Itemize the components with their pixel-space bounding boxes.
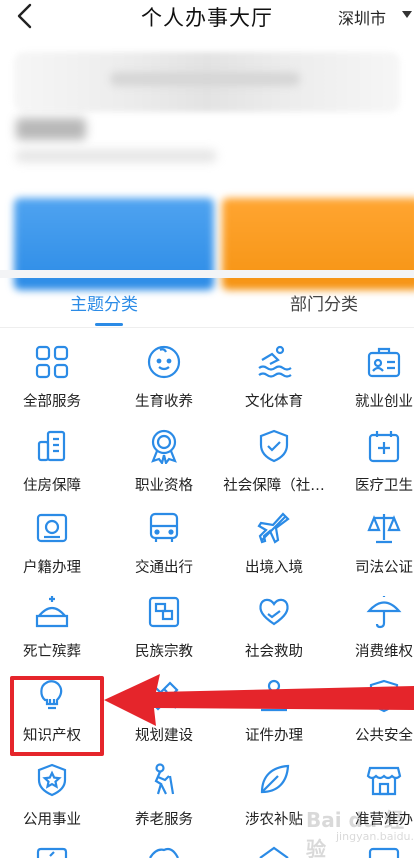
- service-item-birth-adoption[interactable]: 生育收养: [112, 338, 216, 418]
- building-icon: [37, 430, 66, 462]
- grid-icon: [35, 345, 69, 379]
- service-item-certificates[interactable]: 证件办理: [222, 672, 326, 752]
- heart-hands-icon: [259, 598, 289, 626]
- service-label: 消费维权: [355, 644, 413, 660]
- service-item-employment[interactable]: 就业创业: [332, 338, 414, 418]
- category-tabs: 主题分类 部门分类: [0, 278, 414, 328]
- id-card-icon: [36, 513, 68, 543]
- elder-walker-icon: [154, 763, 175, 795]
- shield-s-icon: [369, 679, 399, 713]
- partial-icon: [368, 847, 400, 858]
- active-tab-indicator: [95, 323, 123, 326]
- service-label: 文化体育: [245, 394, 303, 410]
- service-item-consumer-rights[interactable]: 消费维权: [332, 588, 414, 668]
- service-label: 规划建设: [135, 728, 193, 744]
- blurred-subheading: [16, 150, 216, 162]
- service-label: 职业资格: [135, 478, 193, 494]
- ruler-pencil-icon: [149, 681, 179, 711]
- service-label: 户籍办理: [23, 560, 81, 576]
- service-item-funeral[interactable]: 死亡殡葬: [0, 588, 104, 668]
- service-label: 医疗卫生: [355, 478, 413, 494]
- service-item-judicial-notary[interactable]: 司法公证: [332, 504, 414, 584]
- city-selector[interactable]: 深圳市: [338, 5, 386, 29]
- service-label: 死亡殡葬: [23, 644, 81, 660]
- service-label: 养老服务: [135, 812, 193, 828]
- baby-face-icon: [147, 345, 181, 379]
- service-item-household-registration[interactable]: 户籍办理: [0, 504, 104, 584]
- service-label: 公用事业: [23, 812, 81, 828]
- service-label: 住房保障: [23, 478, 81, 494]
- blurred-heading: [16, 118, 86, 140]
- service-label: 交通出行: [135, 560, 193, 576]
- service-label: 准营准办: [355, 812, 413, 828]
- service-label: 社会保障（社…: [223, 478, 325, 494]
- service-item-public-utilities[interactable]: 公用事业: [0, 756, 104, 836]
- shield-check-icon: [259, 429, 289, 463]
- service-item-culture-sports[interactable]: 文化体育: [222, 338, 326, 418]
- service-label: 出境入境: [245, 560, 303, 576]
- airplane-icon: [257, 512, 290, 544]
- service-label: 公共安全: [355, 728, 413, 744]
- service-item-transportation[interactable]: 交通出行: [112, 504, 216, 584]
- service-item-social-assistance[interactable]: 社会救助: [222, 588, 326, 668]
- service-label: 司法公证: [355, 560, 413, 576]
- leaf-icon: [260, 764, 290, 794]
- tomb-icon: [35, 596, 69, 628]
- service-label: 就业创业: [355, 394, 413, 410]
- tab-department-category[interactable]: 部门分类: [290, 290, 358, 315]
- highlight-box: [10, 676, 104, 756]
- service-grid: 全部服务 生育收养 文化体育 就业创业 住房保障 职业资格 社会保障（社… 医疗…: [0, 338, 414, 858]
- service-label: 证件办理: [245, 728, 303, 744]
- tab-theme-category[interactable]: 主题分类: [70, 290, 138, 315]
- service-item-planning-construction[interactable]: 规划建设: [112, 672, 216, 752]
- top-bar: 个人办事大厅 深圳市: [0, 0, 414, 34]
- service-item-all-services[interactable]: 全部服务: [0, 338, 104, 418]
- service-item-business-permit[interactable]: 准营准办: [332, 756, 414, 836]
- service-item-agricultural-subsidy[interactable]: 涉农补贴: [222, 756, 326, 836]
- banner-area: [0, 38, 414, 290]
- umbrella-icon: [366, 596, 402, 629]
- swimmer-icon: [258, 345, 292, 378]
- service-label: 全部服务: [23, 394, 81, 410]
- frame-icon: [148, 596, 180, 628]
- service-item-healthcare[interactable]: 医疗卫生: [332, 422, 414, 502]
- partial-icon: [36, 847, 68, 858]
- service-item-housing[interactable]: 住房保障: [0, 422, 104, 502]
- service-item-ethnic-religion[interactable]: 民族宗教: [112, 588, 216, 668]
- blurred-search-text: [110, 72, 300, 86]
- partial-icon: [259, 846, 289, 858]
- service-item-social-security[interactable]: 社会保障（社…: [222, 422, 326, 502]
- bus-icon: [149, 512, 179, 542]
- service-label: 社会救助: [245, 644, 303, 660]
- service-label: 生育收养: [135, 394, 193, 410]
- service-item-elderly-care[interactable]: 养老服务: [112, 756, 216, 836]
- service-label: 民族宗教: [135, 644, 193, 660]
- shield-star-icon: [37, 763, 67, 797]
- section-divider: [0, 270, 414, 278]
- service-label: 涉农补贴: [245, 812, 303, 828]
- service-item-exit-entry[interactable]: 出境入境: [222, 504, 326, 584]
- award-medal-icon: [151, 429, 177, 464]
- medical-cross-icon: [368, 431, 400, 463]
- partial-icon: [149, 847, 179, 858]
- service-item-public-safety[interactable]: 公共安全: [332, 672, 414, 752]
- service-item-qualifications[interactable]: 职业资格: [112, 422, 216, 502]
- briefcase-id-icon: [367, 347, 401, 378]
- scales-icon: [367, 514, 401, 544]
- chevron-down-icon[interactable]: [402, 9, 412, 21]
- stamp-icon: [259, 679, 289, 712]
- shop-icon: [366, 766, 402, 796]
